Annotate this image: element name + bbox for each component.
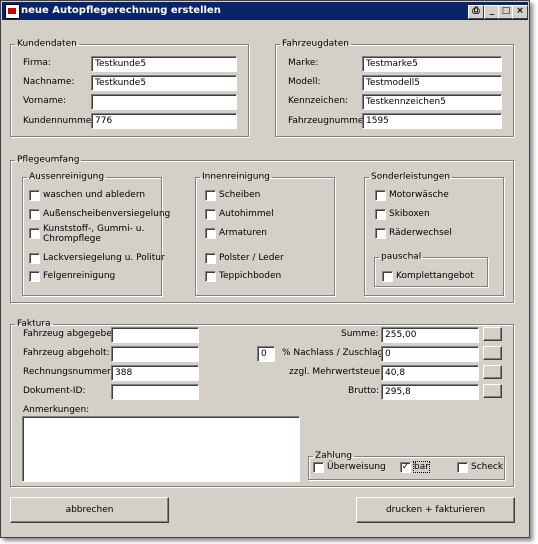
- dialog-window: neue Autopflegerechnung erstellen ⎙ _ □ …: [0, 0, 530, 538]
- vehicle-collected-input[interactable]: [111, 346, 199, 362]
- sum-input[interactable]: 255,00: [381, 327, 479, 343]
- vehicle-number-label: Fahrzeugnummer:: [288, 116, 371, 126]
- interior-cleaning-legend: Innenreinigung: [202, 172, 270, 182]
- cash-checkbox[interactable]: ✓: [400, 462, 411, 473]
- headliner-checkbox[interactable]: [205, 209, 216, 220]
- print-invoice-button[interactable]: drucken + fakturieren: [356, 497, 515, 523]
- model-input[interactable]: Testmodell5: [362, 75, 502, 91]
- customer-number-label: Kundennummer:: [23, 116, 98, 126]
- transfer-checkbox[interactable]: [313, 462, 324, 473]
- gross-label: Brutto:: [348, 386, 380, 396]
- carpet-checkbox[interactable]: [205, 271, 216, 282]
- paint-sealing-checkbox[interactable]: [29, 253, 40, 264]
- window-sealing-checkbox[interactable]: [29, 209, 40, 220]
- discount-percent-input[interactable]: 0: [257, 346, 275, 362]
- close-button[interactable]: ×: [512, 5, 528, 19]
- dashboard-checkbox[interactable]: [205, 228, 216, 239]
- company-input[interactable]: Testkunde5: [91, 56, 237, 72]
- wheel-change-checkbox[interactable]: [375, 228, 386, 239]
- print-icon[interactable]: ⎙: [468, 5, 484, 19]
- customer-number-input[interactable]: 776: [91, 113, 237, 129]
- notes-label: Anmerkungen:: [23, 405, 90, 415]
- plastic-care-label-line2: Chrompflege: [43, 234, 101, 244]
- windows-label: Scheiben: [219, 190, 261, 200]
- window-sealing-label: Außenscheibenversiegelung: [43, 209, 171, 219]
- payment-legend: Zahlung: [315, 451, 353, 461]
- care-scope-legend: Pflegeumfang: [17, 155, 80, 165]
- discount-input[interactable]: 0: [381, 346, 479, 362]
- upholstery-label: Polster / Leder: [219, 253, 284, 263]
- sum-label: Summe:: [341, 329, 379, 339]
- wheel-change-label: Räderwechsel: [389, 228, 452, 238]
- vehicle-delivered-input[interactable]: [111, 327, 199, 343]
- complete-offer-checkbox[interactable]: [382, 271, 393, 282]
- notes-textarea[interactable]: [22, 416, 300, 482]
- paint-sealing-label: Lackversiegelung u. Politur: [43, 253, 165, 263]
- vat-input[interactable]: 40,8: [381, 365, 479, 381]
- invoice-number-label: Rechnungsnummer:: [23, 367, 114, 377]
- sum-button[interactable]: [483, 327, 502, 341]
- vehicle-number-input[interactable]: 1595: [362, 113, 502, 129]
- ski-boxes-checkbox[interactable]: [375, 209, 386, 220]
- gross-input[interactable]: 295,8: [381, 384, 479, 400]
- cheque-checkbox[interactable]: [457, 462, 468, 473]
- rim-cleaning-label: Felgenreinigung: [43, 271, 116, 281]
- cheque-label: Scheck: [471, 462, 504, 472]
- windows-checkbox[interactable]: [205, 190, 216, 201]
- plastic-care-checkbox[interactable]: [29, 228, 40, 239]
- company-label: Firma:: [23, 58, 51, 68]
- ski-boxes-label: Skiboxen: [389, 209, 430, 219]
- document-id-label: Dokument-ID:: [23, 386, 86, 396]
- app-icon: [5, 4, 20, 19]
- discount-label: % Nachlass / Zuschlag:: [282, 348, 387, 358]
- vat-label: zzgl. Mehrwertsteuer:: [289, 367, 387, 377]
- upholstery-checkbox[interactable]: [205, 253, 216, 264]
- discount-button[interactable]: [483, 346, 502, 360]
- engine-wash-checkbox[interactable]: [375, 190, 386, 201]
- firstname-input[interactable]: [91, 94, 237, 110]
- complete-offer-label: Komplettangebot: [396, 271, 474, 281]
- exterior-cleaning-legend: Aussenreinigung: [29, 172, 105, 182]
- cash-label: bar: [413, 461, 430, 473]
- title-bar[interactable]: neue Autopflegerechnung erstellen ⎙ _ □ …: [2, 2, 528, 20]
- lastname-input[interactable]: Testkunde5: [91, 75, 237, 91]
- invoice-number-input[interactable]: 388: [111, 365, 199, 381]
- dashboard-label: Armaturen: [219, 228, 267, 238]
- gross-button[interactable]: [483, 384, 502, 398]
- carpet-label: Teppichboden: [219, 271, 282, 281]
- vehicle-data-legend: Fahrzeugdaten: [282, 39, 349, 49]
- vat-button[interactable]: [483, 365, 502, 379]
- plastic-care-label: Kunststoff-, Gummi- u.: [43, 224, 145, 234]
- cancel-button[interactable]: abbrechen: [10, 497, 169, 523]
- rim-cleaning-checkbox[interactable]: [29, 271, 40, 282]
- window-title: neue Autopflegerechnung erstellen: [21, 5, 221, 16]
- firstname-label: Vorname:: [23, 96, 67, 106]
- wash-checkbox[interactable]: [29, 190, 40, 201]
- invoicing-legend: Faktura: [17, 319, 51, 329]
- flat-rate-legend: pauschal: [381, 252, 422, 262]
- license-plate-input[interactable]: Testkennzeichen5: [362, 94, 502, 110]
- vehicle-delivered-label: Fahrzeug abgegeben:: [23, 329, 121, 339]
- headliner-label: Autohimmel: [219, 209, 274, 219]
- model-label: Modell:: [288, 77, 321, 87]
- brand-label: Marke:: [288, 58, 319, 68]
- wash-label: waschen und abledern: [43, 190, 146, 200]
- vehicle-collected-label: Fahrzeug abgeholt:: [23, 348, 110, 358]
- engine-wash-label: Motorwäsche: [389, 190, 449, 200]
- brand-input[interactable]: Testmarke5: [362, 56, 502, 72]
- document-id-input[interactable]: [111, 384, 199, 400]
- transfer-label: Überweisung: [327, 462, 386, 472]
- lastname-label: Nachname:: [23, 77, 75, 87]
- license-plate-label: Kennzeichen:: [288, 96, 349, 106]
- special-services-legend: Sonderleistungen: [371, 172, 450, 182]
- customer-data-legend: Kundendaten: [17, 39, 77, 49]
